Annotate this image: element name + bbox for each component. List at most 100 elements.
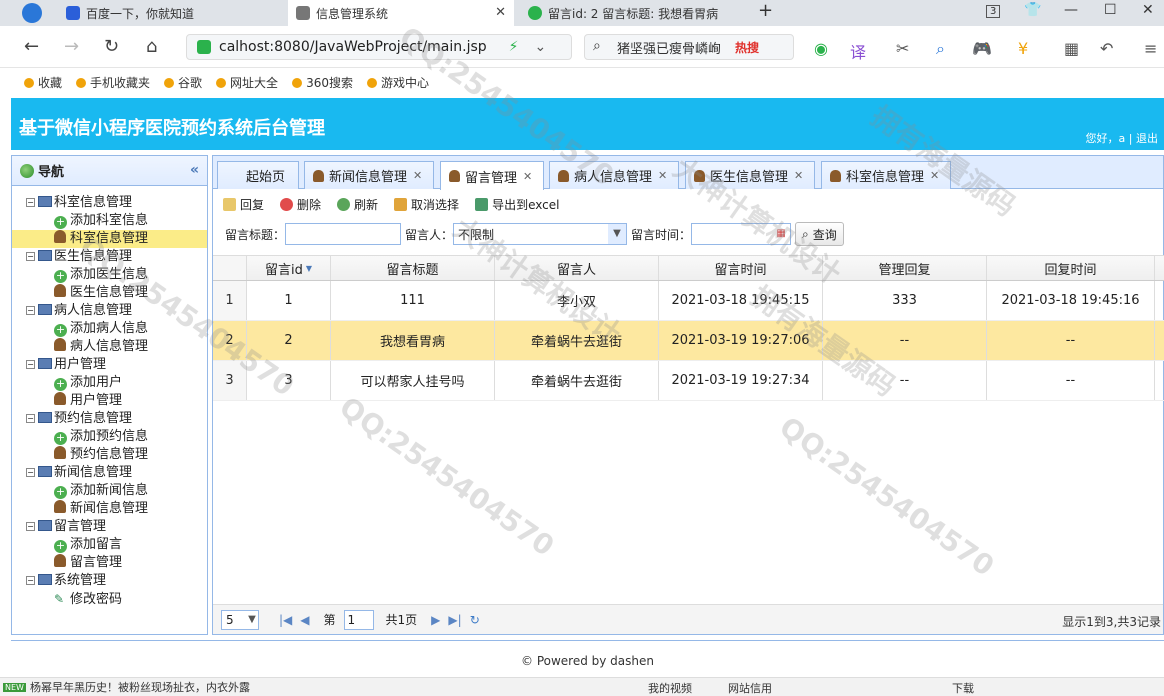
person-filter-select[interactable]: 不限制 ▼ xyxy=(453,223,628,245)
tree-group[interactable]: − 系统管理 xyxy=(12,572,207,590)
tree-item[interactable]: + 添加留言 xyxy=(12,536,207,554)
close-tab-icon[interactable]: ✕ xyxy=(523,170,532,183)
first-page-icon[interactable]: |◀ xyxy=(279,613,292,627)
cancel-select-button[interactable]: 取消选择 xyxy=(394,196,459,213)
collapse-toggle-icon[interactable]: − xyxy=(26,360,35,369)
column-header[interactable]: 留言时间 xyxy=(659,256,823,280)
tree-group[interactable]: − 新闻信息管理 xyxy=(12,464,207,482)
collapse-toggle-icon[interactable]: − xyxy=(26,468,35,477)
find-icon[interactable]: ⌕ xyxy=(936,39,945,59)
undo-icon[interactable]: ↶ xyxy=(1100,39,1113,58)
refresh-page-icon[interactable]: ↻ xyxy=(470,613,480,627)
collapse-toggle-icon[interactable]: − xyxy=(26,414,35,423)
last-page-icon[interactable]: ▶| xyxy=(448,613,461,627)
title-filter-input[interactable] xyxy=(285,223,402,245)
back-icon[interactable]: ← xyxy=(24,36,39,57)
tree-item[interactable]: 留言管理 xyxy=(12,554,207,572)
column-header[interactable]: 留言标题 xyxy=(331,256,495,280)
browser-tab-baidu[interactable]: 百度一下，你就知道 xyxy=(58,0,284,26)
tree-group[interactable]: − 科室信息管理 xyxy=(12,194,207,212)
table-row[interactable]: 1 1 111 李小双 2021-03-18 19:45:15 333 2021-03-18… xyxy=(213,281,1164,321)
tree-group[interactable]: − 用户管理 xyxy=(12,356,207,374)
menu-icon[interactable]: ≡ xyxy=(1144,39,1157,58)
bookmark-item[interactable]: 手机收藏夹 xyxy=(76,74,150,91)
panel-tab[interactable]: 医生信息管理 ✕ xyxy=(685,161,815,189)
query-button[interactable]: ⌕ 查询 xyxy=(795,222,844,246)
tree-item[interactable]: 科室信息管理 xyxy=(12,230,207,248)
tab-count-badge[interactable]: 3 xyxy=(986,5,1001,18)
calendar-icon[interactable]: ▦ xyxy=(772,224,791,244)
tree-item[interactable]: 用户管理 xyxy=(12,392,207,410)
table-row[interactable]: 3 3 可以帮家人挂号吗 牵着蜗牛去逛街 2021-03-19 19:27:34 -- -- xyxy=(213,361,1164,401)
bookmark-item[interactable]: 游戏中心 xyxy=(367,74,429,91)
hot-search-label[interactable]: 热搜 xyxy=(735,39,759,56)
collapse-sidebar-icon[interactable]: « xyxy=(190,162,199,178)
tree-group[interactable]: − 留言管理 xyxy=(12,518,207,536)
time-filter-input[interactable]: ▦ xyxy=(691,223,792,245)
close-tab-icon[interactable]: ✕ xyxy=(794,169,803,182)
coin-icon[interactable]: ¥ xyxy=(1018,39,1028,58)
tree-item[interactable]: + 添加新闻信息 xyxy=(12,482,207,500)
tree-item[interactable]: + 添加用户 xyxy=(12,374,207,392)
tree-item[interactable]: 医生信息管理 xyxy=(12,284,207,302)
forward-icon[interactable]: → xyxy=(64,36,79,57)
my-video-link[interactable]: 我的视频 xyxy=(648,680,692,696)
extension-green-icon[interactable]: ◉ xyxy=(814,39,828,58)
tree-item[interactable]: + 添加医生信息 xyxy=(12,266,207,284)
tree-item[interactable]: + 添加预约信息 xyxy=(12,428,207,446)
dropdown-icon[interactable]: ⌄ xyxy=(535,39,547,55)
refresh-button[interactable]: 刷新 xyxy=(337,196,378,213)
close-window-icon[interactable]: ✕ xyxy=(1142,2,1154,18)
page-size-select[interactable]: 5 ▼ xyxy=(221,609,259,630)
bookmark-item[interactable]: 谷歌 xyxy=(164,74,202,91)
panel-tab[interactable]: 新闻信息管理 ✕ xyxy=(304,161,434,189)
tree-item[interactable]: 预约信息管理 xyxy=(12,446,207,464)
prev-page-icon[interactable]: ◀ xyxy=(300,613,309,627)
apps-grid-icon[interactable]: ▦ xyxy=(1064,39,1079,58)
reload-icon[interactable]: ↻ xyxy=(104,36,119,57)
translate-icon[interactable]: 译 xyxy=(850,39,866,63)
delete-button[interactable]: 删除 xyxy=(280,196,321,213)
table-row[interactable]: 2 2 我想看胃病 牵着蜗牛去逛街 2021-03-19 19:27:06 -- -- xyxy=(213,321,1164,361)
bookmark-item[interactable]: 收藏 xyxy=(24,74,62,91)
collapse-toggle-icon[interactable]: − xyxy=(26,522,35,531)
tree-item[interactable]: + 添加科室信息 xyxy=(12,212,207,230)
panel-tab[interactable]: 科室信息管理 ✕ xyxy=(821,161,951,189)
collapse-toggle-icon[interactable]: − xyxy=(26,198,35,207)
news-ticker-link[interactable]: 杨幂早年黑历史！被粉丝现场扯衣，内衣外露 xyxy=(30,679,250,695)
panel-tab[interactable]: 病人信息管理 ✕ xyxy=(549,161,679,189)
home-icon[interactable]: ⌂ xyxy=(146,36,157,57)
export-excel-button[interactable]: 导出到excel xyxy=(475,196,559,213)
reply-button[interactable]: 回复 xyxy=(223,196,264,213)
page-number-input[interactable]: 1 xyxy=(343,609,374,630)
shirt-icon[interactable]: 👕 xyxy=(1024,2,1041,18)
panel-tab[interactable]: 起始页 xyxy=(217,161,299,189)
tree-item[interactable]: 病人信息管理 xyxy=(12,338,207,356)
tree-group[interactable]: − 病人信息管理 xyxy=(12,302,207,320)
close-tab-icon[interactable]: ✕ xyxy=(495,5,506,20)
maximize-icon[interactable]: ☐ xyxy=(1104,2,1117,18)
next-page-icon[interactable]: ▶ xyxy=(431,613,440,627)
column-header[interactable]: 回复时间 xyxy=(987,256,1155,280)
close-tab-icon[interactable]: ✕ xyxy=(658,169,667,182)
close-tab-icon[interactable]: ✕ xyxy=(413,169,422,182)
collapse-toggle-icon[interactable]: − xyxy=(26,576,35,585)
browser-tab-message[interactable]: 留言id: 2 留言标题: 我想看胃病 xyxy=(520,0,746,26)
new-tab-button[interactable]: + xyxy=(758,0,773,21)
game-icon[interactable]: 🎮 xyxy=(972,39,992,58)
browser-logo-icon[interactable] xyxy=(22,3,42,23)
column-header[interactable]: 管理回复 xyxy=(823,256,987,280)
column-header[interactable]: 留言人 xyxy=(495,256,659,280)
download-link[interactable]: 下载 xyxy=(952,680,974,696)
tree-group[interactable]: − 医生信息管理 xyxy=(12,248,207,266)
tree-group[interactable]: − 预约信息管理 xyxy=(12,410,207,428)
search-input[interactable]: ⌕ 猪坚强已瘦骨嶙峋 热搜 xyxy=(584,34,794,60)
panel-tab[interactable]: 留言管理 ✕ xyxy=(440,161,544,190)
sort-desc-icon[interactable]: ▼ xyxy=(306,264,312,273)
close-tab-icon[interactable]: ✕ xyxy=(930,169,939,182)
bookmark-item[interactable]: 360搜索 xyxy=(292,74,353,91)
collapse-toggle-icon[interactable]: − xyxy=(26,306,35,315)
minimize-icon[interactable]: — xyxy=(1064,2,1078,18)
site-trust-link[interactable]: 网站信用 xyxy=(728,680,772,696)
user-greeting-logout[interactable]: 您好，a | 退出 xyxy=(1086,130,1158,146)
